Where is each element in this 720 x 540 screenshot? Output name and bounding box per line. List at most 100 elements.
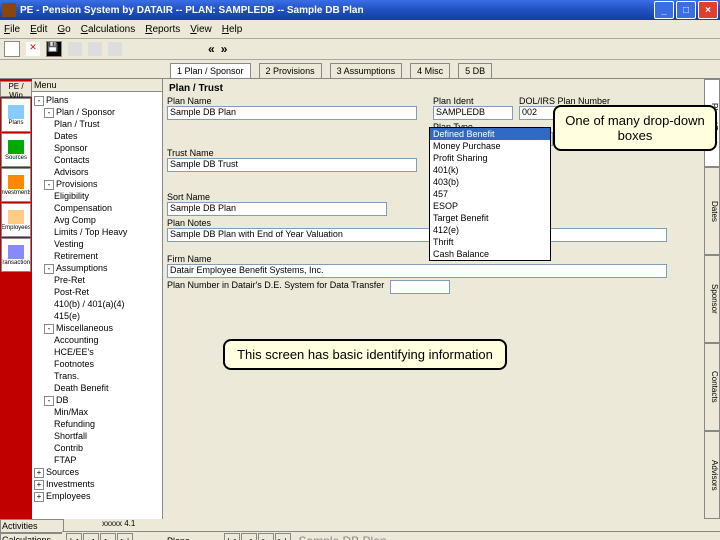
tab-provisions[interactable]: 2 Provisions <box>259 63 322 78</box>
delete-icon[interactable]: ✕ <box>26 42 40 56</box>
tab-db[interactable]: 5 DB <box>458 63 492 78</box>
plan-name-label: Plan Name <box>167 96 427 106</box>
tree-death[interactable]: Death Benefit <box>34 382 160 394</box>
tree-hce[interactable]: HCE/EE's <box>34 346 160 358</box>
trust-name-field[interactable]: Sample DB Trust <box>167 158 417 172</box>
nav2-prev-icon[interactable]: ◀ <box>241 533 257 540</box>
nav2-first-icon[interactable]: |◀ <box>224 533 240 540</box>
option-403b[interactable]: 403(b) <box>430 176 550 188</box>
option-cash-balance[interactable]: Cash Balance <box>430 248 550 260</box>
rtab-advisors[interactable]: Advisors <box>704 431 720 519</box>
menu-file[interactable]: FFileile <box>4 24 20 35</box>
tree-retirement[interactable]: Retirement <box>34 250 160 262</box>
tree-compensation[interactable]: Compensation <box>34 202 160 214</box>
sidebar-sources[interactable]: Sources <box>1 133 31 167</box>
tree-footnotes[interactable]: Footnotes <box>34 358 160 370</box>
sidebar-plans[interactable]: Plans <box>1 98 31 132</box>
sidebar-investments[interactable]: Investments <box>1 168 31 202</box>
tree-plan-trust[interactable]: Plan / Trust <box>34 118 160 130</box>
nav2-last-icon[interactable]: ▶| <box>275 533 291 540</box>
tree-db[interactable]: -DB <box>34 394 160 406</box>
option-thrift[interactable]: Thrift <box>430 236 550 248</box>
tree-avg-comp[interactable]: Avg Comp <box>34 214 160 226</box>
sidebar-transactions[interactable]: Transactions <box>1 238 31 272</box>
tree-415e[interactable]: 415(e) <box>34 310 160 322</box>
nav-last-icon[interactable]: ▶| <box>117 533 133 540</box>
tree-advisors[interactable]: Advisors <box>34 166 160 178</box>
new-icon[interactable] <box>4 41 20 57</box>
save-icon[interactable]: 💾 <box>46 41 62 57</box>
rtab-sponsor[interactable]: Sponsor <box>704 255 720 343</box>
tree-plans[interactable]: -Plans <box>34 94 160 106</box>
tree-pre-ret[interactable]: Pre-Ret <box>34 274 160 286</box>
toolbar-icon[interactable] <box>88 42 102 56</box>
rtab-contacts[interactable]: Contacts <box>704 343 720 431</box>
form-title: Plan / Trust <box>167 81 700 96</box>
option-esop[interactable]: ESOP <box>430 200 550 212</box>
option-defined-benefit[interactable]: Defined Benefit <box>430 128 550 140</box>
menu-reports[interactable]: Reports <box>145 24 180 35</box>
plan-name-field[interactable]: Sample DB Plan <box>167 106 417 120</box>
firm-name-field[interactable]: Datair Employee Benefit Systems, Inc. <box>167 264 667 278</box>
tree-contrib[interactable]: Contrib <box>34 442 160 454</box>
plan-type-dropdown[interactable]: Defined Benefit Money Purchase Profit Sh… <box>429 127 551 261</box>
tree-post-ret[interactable]: Post-Ret <box>34 286 160 298</box>
option-target-benefit[interactable]: Target Benefit <box>430 212 550 224</box>
tree-dates[interactable]: Dates <box>34 130 160 142</box>
nav-prev-icon[interactable]: ◀ <box>83 533 99 540</box>
tree-plan-sponsor[interactable]: -Plan / Sponsor <box>34 106 160 118</box>
menu-edit[interactable]: Edit <box>30 24 47 35</box>
tree-misc[interactable]: -Miscellaneous <box>34 322 160 334</box>
nav-next-icon[interactable]: » <box>221 42 228 56</box>
plan-notes-field[interactable]: Sample DB Plan with End of Year Valuatio… <box>167 228 667 242</box>
option-412e[interactable]: 412(e) <box>430 224 550 236</box>
leftbot-activities[interactable]: Activities <box>0 519 64 533</box>
plan-ident-field[interactable]: SAMPLEDB <box>433 106 513 120</box>
nav2-next-icon[interactable]: ▶ <box>258 533 274 540</box>
maximize-button[interactable]: □ <box>676 1 696 19</box>
option-457[interactable]: 457 <box>430 188 550 200</box>
toolbar-icon[interactable] <box>68 42 82 56</box>
tree-sponsor[interactable]: Sponsor <box>34 142 160 154</box>
tree-limits[interactable]: Limits / Top Heavy <box>34 226 160 238</box>
menu-help[interactable]: Help <box>222 24 243 35</box>
nav-next-icon[interactable]: ▶ <box>100 533 116 540</box>
tree-contacts[interactable]: Contacts <box>34 154 160 166</box>
option-profit-sharing[interactable]: Profit Sharing <box>430 152 550 164</box>
close-button[interactable]: × <box>698 1 718 19</box>
tab-misc[interactable]: 4 Misc <box>410 63 450 78</box>
leftbot-calculations[interactable]: Calculations <box>0 533 64 540</box>
menu-go[interactable]: Go <box>57 24 70 35</box>
rtab-dates[interactable]: Dates <box>704 167 720 255</box>
tree-sources[interactable]: +Sources <box>34 466 160 478</box>
print-icon[interactable] <box>108 42 122 56</box>
tree-trans[interactable]: Trans. <box>34 370 160 382</box>
tree-eligibility[interactable]: Eligibility <box>34 190 160 202</box>
tree-vesting[interactable]: Vesting <box>34 238 160 250</box>
nav-prev-icon[interactable]: « <box>208 42 215 56</box>
menu-view[interactable]: View <box>190 24 212 35</box>
title-bar: PE - Pension System by DATAIR -- PLAN: S… <box>0 0 720 20</box>
tree-provisions[interactable]: -Provisions <box>34 178 160 190</box>
trust-name-label: Trust Name <box>167 148 427 158</box>
menu-calculations[interactable]: Calculations <box>81 24 136 35</box>
minimize-button[interactable]: _ <box>654 1 674 19</box>
tree-investments[interactable]: +Investments <box>34 478 160 490</box>
plan-num-field[interactable] <box>390 280 450 294</box>
tree-minmax[interactable]: Min/Max <box>34 406 160 418</box>
sort-name-label: Sort Name <box>167 192 427 202</box>
tree-assumptions[interactable]: -Assumptions <box>34 262 160 274</box>
nav-first-icon[interactable]: |◀ <box>66 533 82 540</box>
sort-name-field[interactable]: Sample DB Plan <box>167 202 387 216</box>
tree-ftap[interactable]: FTAP <box>34 454 160 466</box>
tree-employees[interactable]: +Employees <box>34 490 160 502</box>
option-money-purchase[interactable]: Money Purchase <box>430 140 550 152</box>
sidebar-employees[interactable]: Employees <box>1 203 31 237</box>
tab-plan-sponsor[interactable]: 1 Plan / Sponsor <box>170 63 251 78</box>
tree-accounting[interactable]: Accounting <box>34 334 160 346</box>
tree-410b[interactable]: 410(b) / 401(a)(4) <box>34 298 160 310</box>
tree-shortfall[interactable]: Shortfall <box>34 430 160 442</box>
tab-assumptions[interactable]: 3 Assumptions <box>330 63 403 78</box>
tree-refunding[interactable]: Refunding <box>34 418 160 430</box>
option-401k[interactable]: 401(k) <box>430 164 550 176</box>
